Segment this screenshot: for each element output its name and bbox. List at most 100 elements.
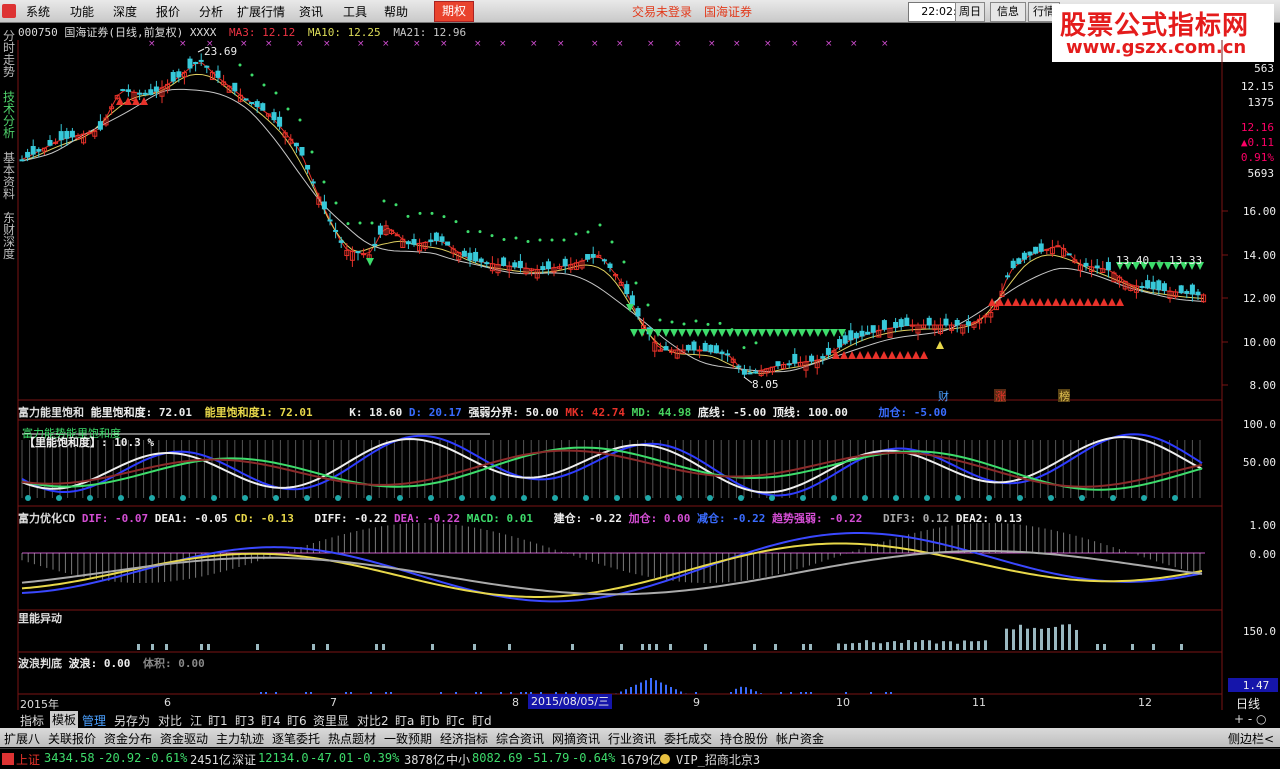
ind3-bar xyxy=(1152,644,1155,650)
ind3-bar xyxy=(1068,624,1071,650)
market-icon xyxy=(2,753,14,765)
tab-dingd[interactable]: 盯d xyxy=(472,712,492,729)
ind2-diff-line xyxy=(22,533,1202,601)
tab-compare[interactable]: 对比 xyxy=(158,712,182,729)
sidebar-toggle[interactable]: 侧边栏< xyxy=(1228,730,1274,747)
candle-body xyxy=(714,346,718,353)
ind2-diff: DIFF: -0.22 xyxy=(314,512,387,525)
ind3-bar xyxy=(648,644,651,650)
ind1-dot xyxy=(552,495,558,501)
candle-body xyxy=(255,102,259,107)
ind3-bar xyxy=(851,643,854,650)
sell-triangle-icon xyxy=(750,329,758,337)
tab-ding4[interactable]: 盯4 xyxy=(261,712,281,729)
ind1-dot xyxy=(738,495,744,501)
ftab-tick-order[interactable]: 逐笔委托 xyxy=(272,730,320,747)
zx-label[interactable]: 中小 xyxy=(446,751,470,768)
candle-body xyxy=(871,326,875,333)
period-label[interactable]: 日线 xyxy=(1236,695,1260,712)
ind3-bar xyxy=(963,640,966,650)
ftab-account[interactable]: 帐户资金 xyxy=(776,730,824,747)
tab-dinga[interactable]: 盯a xyxy=(395,712,414,729)
server-name[interactable]: VIP_招商北京3 xyxy=(676,751,760,768)
ind1-dot xyxy=(1172,495,1178,501)
ind3-bar xyxy=(879,643,882,650)
candle-body xyxy=(373,244,377,245)
ftab-related-quote[interactable]: 关联报价 xyxy=(48,730,96,747)
tab-ding3[interactable]: 盯3 xyxy=(235,712,255,729)
ind2-tick: 1.00 xyxy=(1250,519,1277,532)
tab-manage[interactable]: 管理 xyxy=(82,712,106,729)
chart-canvas[interactable]: ×××××××××××××××××××××××××× 23.69 8.05 13… xyxy=(0,0,1280,768)
sh-label[interactable]: 上证 xyxy=(16,751,40,768)
tab-jiang[interactable]: 江 xyxy=(190,712,202,729)
ftab-news-industry[interactable]: 行业资讯 xyxy=(608,730,656,747)
ftab-capital-drive[interactable]: 资金驱动 xyxy=(160,730,208,747)
ind1-dot xyxy=(1017,495,1023,501)
sell-triangle-icon xyxy=(734,329,742,337)
ind1-tick: 100.0 xyxy=(1243,418,1276,431)
ftab-news-all[interactable]: 综合资讯 xyxy=(496,730,544,747)
ind1-d: D: 20.17 xyxy=(409,406,462,419)
ftab-orders[interactable]: 委托成交 xyxy=(664,730,712,747)
ind3-bar xyxy=(620,644,623,650)
candle-body xyxy=(65,131,69,138)
ftab-hot-topics[interactable]: 热点题材 xyxy=(328,730,376,747)
tab-compare2[interactable]: 对比2 xyxy=(357,712,389,729)
moving-average-lines xyxy=(22,63,1204,374)
candle-body xyxy=(328,220,332,221)
ma21-line xyxy=(22,89,1204,371)
ftab-economic[interactable]: 经济指标 xyxy=(440,730,488,747)
candle-body xyxy=(602,260,606,261)
ftab-consensus[interactable]: 一致预期 xyxy=(384,730,432,747)
tab-dingc[interactable]: 盯c xyxy=(446,712,465,729)
tab-dingb[interactable]: 盯b xyxy=(420,712,440,729)
ftab-ext8[interactable]: 扩展八 xyxy=(4,730,40,747)
tab-template[interactable]: 模板 xyxy=(50,711,78,728)
tab-save-as[interactable]: 另存为 xyxy=(114,712,150,729)
tab-capital-show[interactable]: 资里显 xyxy=(313,712,349,729)
sh-change: -20.92 xyxy=(98,751,141,765)
sar-dot xyxy=(563,239,566,242)
sz-label[interactable]: 深证 xyxy=(232,751,256,768)
ind4-bar xyxy=(750,689,752,694)
candle-body xyxy=(261,104,265,111)
sar-dot xyxy=(299,119,302,122)
sell-triangle-icon xyxy=(806,329,814,337)
ind1-dot xyxy=(459,495,465,501)
candle-body xyxy=(294,143,298,146)
ind3-bar xyxy=(928,640,931,650)
tab-ding1[interactable]: 盯1 xyxy=(208,712,228,729)
candle-body xyxy=(171,73,175,82)
signal-x-marker: × xyxy=(881,39,889,49)
ind4-bar xyxy=(440,692,442,694)
candle-body xyxy=(754,372,758,373)
candle-body xyxy=(1196,292,1200,295)
ftab-main-force[interactable]: 主力轨迹 xyxy=(216,730,264,747)
ind3-bar xyxy=(886,642,889,650)
sh-value: 3434.58 xyxy=(44,751,95,765)
ind3-bar xyxy=(1040,629,1043,650)
ftab-positions[interactable]: 持仓股份 xyxy=(720,730,768,747)
tag-rise[interactable]: 涨 xyxy=(995,390,1006,403)
tab-indicator[interactable]: 指标 xyxy=(20,712,44,729)
tag-finance[interactable]: 财 xyxy=(938,389,949,403)
zoom-controls[interactable]: + - ○ xyxy=(1234,712,1266,726)
ind3-bar xyxy=(1103,644,1106,650)
sar-dot xyxy=(263,84,266,87)
ind3-bar xyxy=(977,641,980,650)
ind4-tj: 体积: 0.00 xyxy=(143,657,205,670)
sar-dot xyxy=(323,181,326,184)
ind4-bar xyxy=(475,692,477,694)
sell-triangle-icon xyxy=(678,329,686,337)
ftab-capital-dist[interactable]: 资金分布 xyxy=(104,730,152,747)
ind4-bar xyxy=(630,687,632,694)
ind1-dot xyxy=(1048,495,1054,501)
tag-rank[interactable]: 榜 xyxy=(1059,389,1070,403)
ind4-bar xyxy=(455,692,457,694)
ftab-news-web[interactable]: 网摘资讯 xyxy=(552,730,600,747)
tab-ding6[interactable]: 盯6 xyxy=(287,712,307,729)
zx-change: -51.79 xyxy=(526,751,569,765)
candle-body xyxy=(966,322,970,325)
candle-body xyxy=(362,254,366,255)
